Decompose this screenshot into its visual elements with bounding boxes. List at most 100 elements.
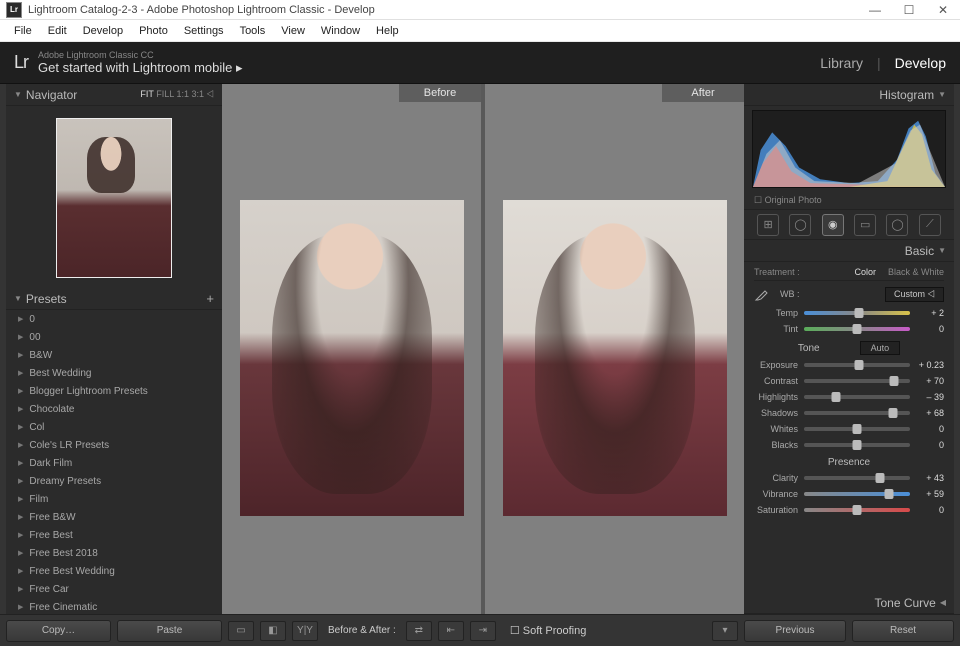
menu-tools[interactable]: Tools xyxy=(232,22,274,40)
previous-button[interactable]: Previous xyxy=(744,620,846,642)
navigator-thumbnail[interactable] xyxy=(6,106,222,288)
copy-button[interactable]: Copy… xyxy=(6,620,111,642)
slider-knob[interactable] xyxy=(855,360,864,370)
menu-file[interactable]: File xyxy=(6,22,40,40)
original-photo-checkbox[interactable]: Original Photo xyxy=(744,192,954,210)
eyedropper-icon[interactable] xyxy=(754,286,770,302)
wb-dropdown[interactable]: Custom ⨞ xyxy=(885,287,944,302)
copy-after-button[interactable]: ⇥ xyxy=(470,621,496,641)
slider-exposure[interactable]: Exposure+ 0.23 xyxy=(754,357,944,373)
menu-window[interactable]: Window xyxy=(313,22,368,40)
add-preset-button[interactable]: + xyxy=(206,291,214,306)
preset-item[interactable]: ▶Cole's LR Presets xyxy=(6,436,222,454)
loupe-view-button[interactable]: ▭ xyxy=(228,621,254,641)
preset-item[interactable]: ▶Free Best 2018 xyxy=(6,544,222,562)
swap-button[interactable]: ⇄ xyxy=(406,621,432,641)
radial-tool[interactable]: ◯ xyxy=(886,214,908,236)
menu-view[interactable]: View xyxy=(273,22,313,40)
slider-clarity[interactable]: Clarity+ 43 xyxy=(754,470,944,486)
slider-track[interactable] xyxy=(804,395,910,399)
crop-tool[interactable]: ⊞ xyxy=(757,214,779,236)
soft-proofing-checkbox[interactable]: Soft Proofing xyxy=(510,624,587,637)
nav-mode-3-1[interactable]: 3:1 xyxy=(191,89,204,99)
get-started-link[interactable]: Get started with Lightroom mobile ▸ xyxy=(38,60,243,76)
slider-saturation[interactable]: Saturation0 xyxy=(754,502,944,518)
menu-help[interactable]: Help xyxy=(368,22,407,40)
chevron-icon[interactable]: ⨞ xyxy=(207,89,214,99)
treatment-color[interactable]: Color xyxy=(854,267,876,277)
split-view-button[interactable]: Y|Y xyxy=(292,621,318,641)
spot-tool[interactable]: ◯ xyxy=(789,214,811,236)
nav-mode-fill[interactable]: FILL xyxy=(156,89,174,99)
after-photo[interactable] xyxy=(503,200,727,516)
preset-item[interactable]: ▶Free B&W xyxy=(6,508,222,526)
slider-temp[interactable]: Temp+ 2 xyxy=(754,305,944,321)
treatment-bw[interactable]: Black & White xyxy=(888,267,944,277)
slider-track[interactable] xyxy=(804,492,910,496)
before-photo[interactable] xyxy=(240,200,464,516)
preset-item[interactable]: ▶B&W xyxy=(6,346,222,364)
slider-track[interactable] xyxy=(804,327,910,331)
histogram-chart[interactable] xyxy=(752,110,946,188)
module-tab-library[interactable]: Library xyxy=(820,55,863,71)
preset-item[interactable]: ▶Film xyxy=(6,490,222,508)
preset-item[interactable]: ▶Free Car xyxy=(6,580,222,598)
preset-item[interactable]: ▶Best Wedding xyxy=(6,364,222,382)
slider-tint[interactable]: Tint0 xyxy=(754,321,944,337)
slider-track[interactable] xyxy=(804,311,910,315)
slider-track[interactable] xyxy=(804,427,910,431)
slider-knob[interactable] xyxy=(855,308,864,318)
slider-blacks[interactable]: Blacks0 xyxy=(754,437,944,453)
nav-mode-fit[interactable]: FIT xyxy=(140,89,153,99)
grad-tool[interactable]: ▭ xyxy=(854,214,876,236)
toolbar-menu-button[interactable]: ▾ xyxy=(712,621,738,641)
preset-item[interactable]: ▶0 xyxy=(6,310,222,328)
menu-photo[interactable]: Photo xyxy=(131,22,176,40)
slider-contrast[interactable]: Contrast+ 70 xyxy=(754,373,944,389)
slider-track[interactable] xyxy=(804,508,910,512)
minimize-button[interactable]: — xyxy=(858,0,892,20)
compare-view-button[interactable]: ◧ xyxy=(260,621,286,641)
menu-develop[interactable]: Develop xyxy=(75,22,131,40)
preset-item[interactable]: ▶Free Best xyxy=(6,526,222,544)
preset-item[interactable]: ▶Dreamy Presets xyxy=(6,472,222,490)
preset-item[interactable]: ▶00 xyxy=(6,328,222,346)
reset-button[interactable]: Reset xyxy=(852,620,954,642)
module-tab-develop[interactable]: Develop xyxy=(895,55,946,71)
slider-shadows[interactable]: Shadows+ 68 xyxy=(754,405,944,421)
slider-knob[interactable] xyxy=(890,376,899,386)
slider-knob[interactable] xyxy=(831,392,840,402)
basic-header[interactable]: Basic ▼ xyxy=(744,240,954,262)
slider-knob[interactable] xyxy=(884,489,893,499)
auto-tone-button[interactable]: Auto xyxy=(860,341,901,355)
slider-vibrance[interactable]: Vibrance+ 59 xyxy=(754,486,944,502)
slider-highlights[interactable]: Highlights– 39 xyxy=(754,389,944,405)
slider-knob[interactable] xyxy=(853,440,862,450)
close-button[interactable]: ✕ xyxy=(926,0,960,20)
slider-track[interactable] xyxy=(804,411,910,415)
brush-tool[interactable]: ⟋ xyxy=(919,214,941,236)
maximize-button[interactable]: ☐ xyxy=(892,0,926,20)
slider-whites[interactable]: Whites0 xyxy=(754,421,944,437)
redeye-tool[interactable]: ◉ xyxy=(822,214,844,236)
slider-track[interactable] xyxy=(804,443,910,447)
preset-item[interactable]: ▶Free Cinematic xyxy=(6,598,222,614)
copy-before-button[interactable]: ⇤ xyxy=(438,621,464,641)
preset-item[interactable]: ▶Blogger Lightroom Presets xyxy=(6,382,222,400)
slider-knob[interactable] xyxy=(876,473,885,483)
preset-item[interactable]: ▶Chocolate xyxy=(6,400,222,418)
preset-item[interactable]: ▶Dark Film xyxy=(6,454,222,472)
tone-curve-header[interactable]: Tone Curve ◀ xyxy=(744,592,954,614)
presets-header[interactable]: ▼ Presets + xyxy=(6,288,222,310)
preset-item[interactable]: ▶Free Best Wedding xyxy=(6,562,222,580)
slider-track[interactable] xyxy=(804,379,910,383)
menu-settings[interactable]: Settings xyxy=(176,22,232,40)
histogram-header[interactable]: Histogram ▼ xyxy=(744,84,954,106)
slider-knob[interactable] xyxy=(853,424,862,434)
preset-item[interactable]: ▶Col xyxy=(6,418,222,436)
slider-knob[interactable] xyxy=(853,505,862,515)
paste-button[interactable]: Paste xyxy=(117,620,222,642)
slider-track[interactable] xyxy=(804,363,910,367)
slider-knob[interactable] xyxy=(889,408,898,418)
slider-knob[interactable] xyxy=(853,324,862,334)
